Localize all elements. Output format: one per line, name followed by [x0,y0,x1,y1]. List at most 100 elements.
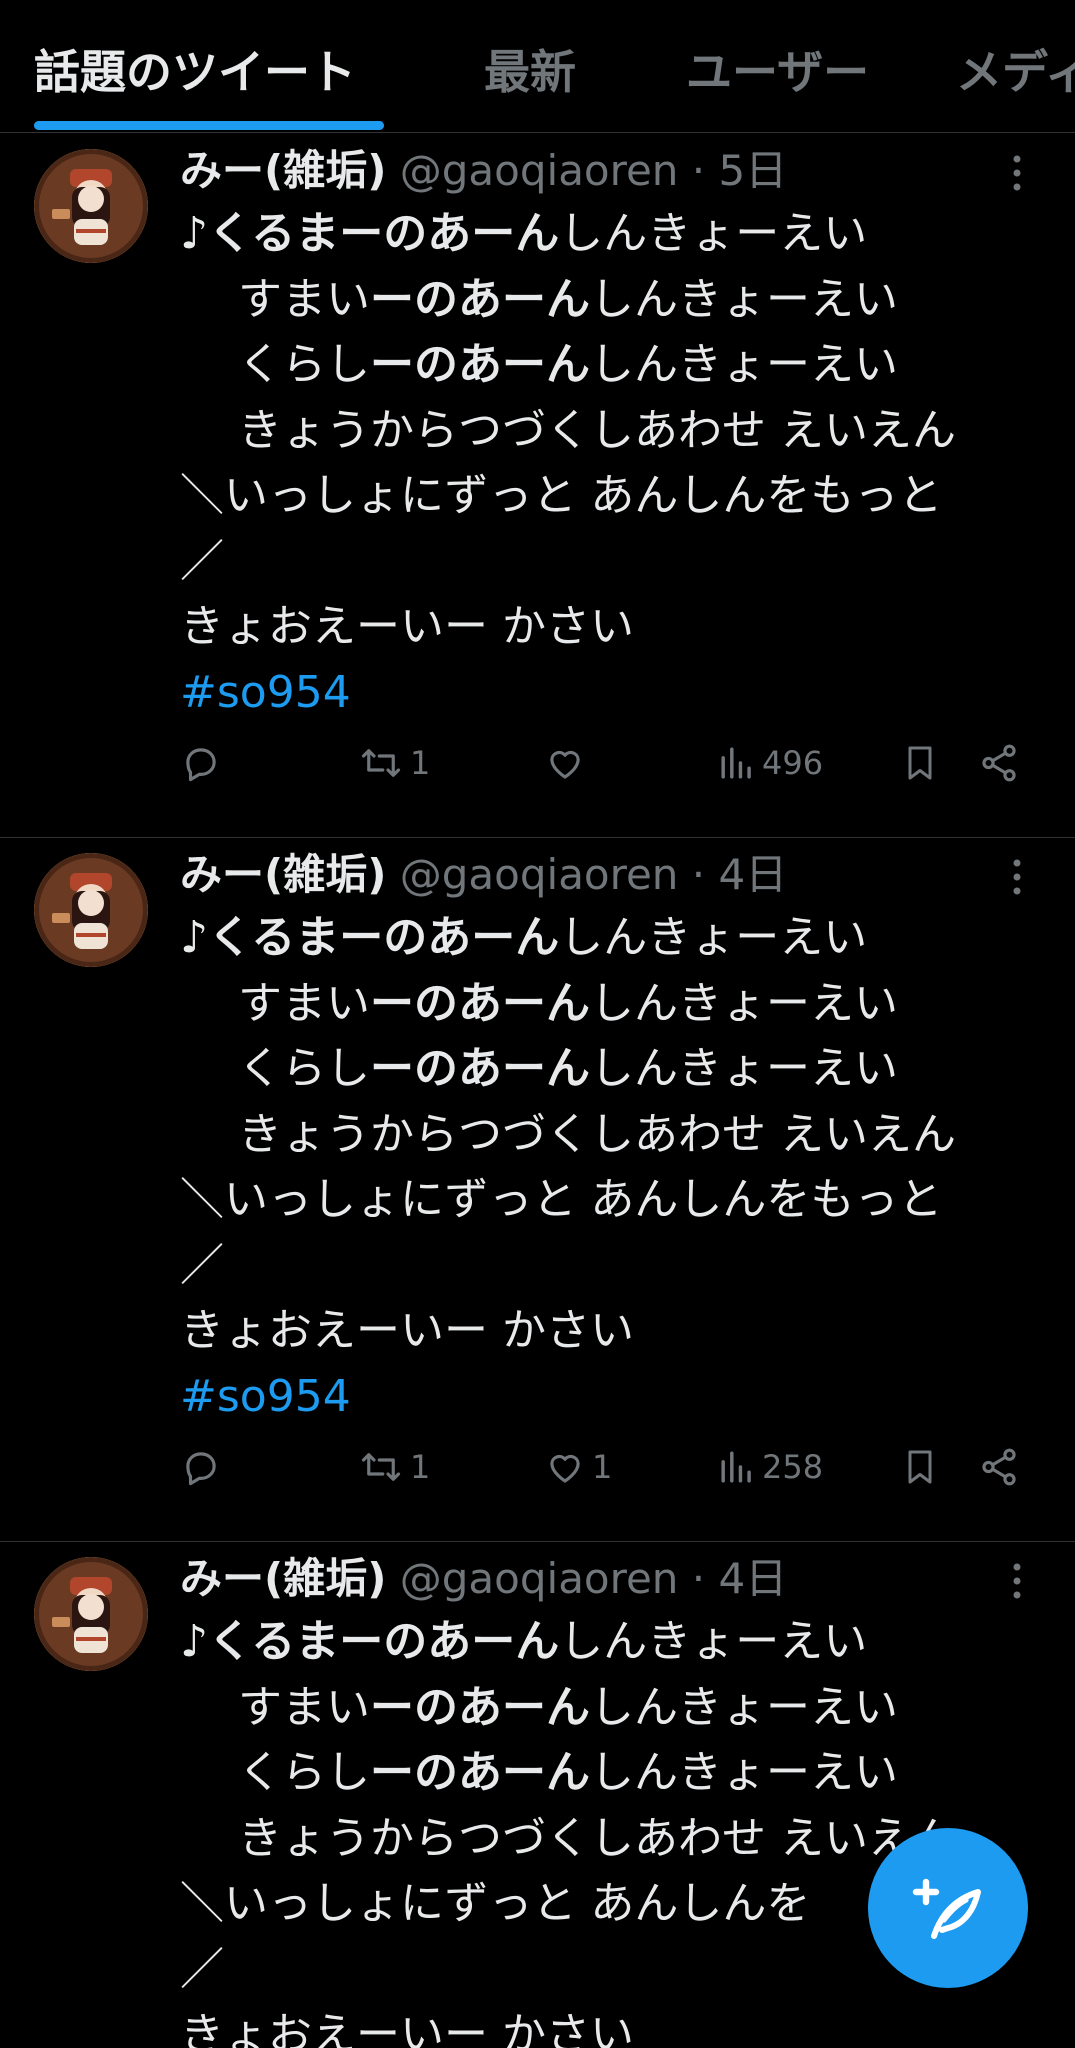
lyric-text: くらし [238,1747,370,1798]
like-button[interactable]: 1 [544,1437,612,1497]
lyric-text: しんきょーえい [590,339,898,390]
lyric-bold: ーのあーん [370,1747,590,1798]
retweet-button[interactable]: 1 [358,1437,430,1497]
separator-dot: · [691,1554,706,1603]
lyric-text: しんきょーえい [590,273,898,325]
active-tab-indicator [34,121,384,130]
reply-button[interactable] [180,733,222,793]
share-button[interactable] [978,733,1020,793]
tweet[interactable]: みー(雑垢) @gaoqiaoren · 4日 ♪くるまーのあーんしんきょーえい… [0,837,1075,1542]
share-button[interactable] [978,1437,1020,1497]
tab-media[interactable]: メディア [956,36,1075,102]
lyric-text: くらし [238,1043,370,1094]
search-tabs: 話題のツイート 最新 ユーザー メディア [0,0,1075,133]
compose-feather-icon [912,1878,981,1939]
avatar-image [34,1557,148,1671]
lyric-bold: ♪くるまーのあーん [180,912,560,963]
retweet-icon [361,1453,401,1481]
lyric-line: きょおえーいー かさい [180,2009,634,2048]
user-handle[interactable]: @gaoqiaoren [400,146,679,195]
avatar[interactable] [34,853,148,967]
separator-dot: · [691,146,706,195]
views-button[interactable]: 496 [718,733,823,793]
display-name[interactable]: みー(雑垢) [180,146,386,195]
lyric-bold: ーのあーん [370,273,590,325]
share-icon [982,744,1016,782]
lyric-bold: ーのあーん [370,1681,590,1733]
lyric-text: しんきょーえい [590,1747,898,1798]
tab-people[interactable]: ユーザー [686,36,869,102]
user-handle[interactable]: @gaoqiaoren [400,850,679,899]
timestamp[interactable]: 5日 [719,146,788,195]
more-options-icon[interactable] [1000,1559,1034,1603]
view-count: 258 [762,1448,824,1486]
tweet-header: みー(雑垢) @gaoqiaoren · 5日 [180,143,787,199]
lyric-line: きょうからつづくしあわせ えいえん [238,404,956,456]
analytics-icon [721,747,751,779]
bookmark-icon [908,746,932,780]
bookmark-button[interactable] [900,1437,940,1497]
lyric-line: きょおえーいー かさい [180,1305,634,1356]
lyric-text: しんきょーえい [590,1043,898,1094]
lyric-line: ＼いっしょにずっと あんしんをもっと [180,1174,943,1225]
lyric-text: くらし [238,339,370,390]
tweet-header: みー(雑垢) @gaoqiaoren · 4日 [180,1551,787,1607]
display-name[interactable]: みー(雑垢) [180,1554,386,1603]
lyric-text: しんきょーえい [559,208,868,259]
views-button[interactable]: 258 [718,1437,823,1497]
avatar[interactable] [34,1557,148,1671]
more-options-icon[interactable] [1000,855,1034,899]
tweet-text: ♪くるまーのあーんしんきょーえい すまいーのあーんしんきょーえい くらしーのあー… [180,201,1060,725]
hashtag-link[interactable]: #so954 [180,660,1060,726]
like-button[interactable] [544,733,592,793]
lyric-bold: ーのあーん [370,1043,590,1094]
avatar[interactable] [34,149,148,263]
lyric-text: すまい [238,977,370,1029]
lyric-text: すまい [238,273,370,325]
lyric-line: きょうからつづくしあわせ えいえん [238,1108,956,1160]
like-count: 1 [592,1448,613,1486]
lyric-text: しんきょーえい [590,1681,898,1733]
avatar-image [34,853,148,967]
lyric-text: しんきょーえい [590,977,898,1029]
retweet-icon [361,749,401,777]
tweet[interactable]: みー(雑垢) @gaoqiaoren · 5日 ♪くるまーのあーんしんきょーえい… [0,133,1075,838]
bookmark-button[interactable] [900,733,940,793]
tweet-text: ♪くるまーのあーんしんきょーえい すまいーのあーんしんきょーえい くらしーのあー… [180,905,1060,1429]
avatar-image [34,149,148,263]
retweet-count: 1 [410,744,431,782]
tab-latest[interactable]: 最新 [484,36,576,102]
lyric-bold: ♪くるまーのあーん [180,208,560,259]
lyric-line: ＼いっしょにずっと あんしんをもっと [180,470,943,521]
timestamp[interactable]: 4日 [719,850,788,899]
hashtag-link[interactable]: #so954 [180,1364,1060,1430]
reply-icon [186,1452,216,1486]
tweet-actions: 1 1 258 [0,1437,1075,1497]
bookmark-icon [908,1450,932,1484]
compose-tweet-button[interactable] [868,1828,1028,1988]
user-handle[interactable]: @gaoqiaoren [400,1554,679,1603]
heart-icon [550,1454,580,1483]
retweet-count: 1 [410,1448,431,1486]
heart-icon [550,750,580,779]
separator-dot: · [691,850,706,899]
more-options-icon[interactable] [1000,151,1034,195]
lyric-bold: ーのあーん [370,977,590,1029]
display-name[interactable]: みー(雑垢) [180,850,386,899]
lyric-line: ／ [180,535,224,587]
lyric-text: しんきょーえい [559,912,868,963]
retweet-button[interactable]: 1 [358,733,430,793]
tab-top[interactable]: 話題のツイート [34,36,356,102]
tweet-header: みー(雑垢) @gaoqiaoren · 4日 [180,847,787,903]
lyric-text: すまい [238,1681,370,1733]
lyric-bold: ♪くるまーのあーん [180,1616,560,1667]
lyric-line: ／ [180,1239,224,1291]
timestamp[interactable]: 4日 [719,1554,788,1603]
analytics-icon [721,1451,751,1483]
lyric-bold: ーのあーん [370,339,590,390]
lyric-line: きょおえーいー かさい [180,601,634,652]
share-icon [982,1448,1016,1486]
lyric-text: しんきょーえい [559,1616,868,1667]
reply-icon [186,748,216,782]
reply-button[interactable] [180,1437,222,1497]
